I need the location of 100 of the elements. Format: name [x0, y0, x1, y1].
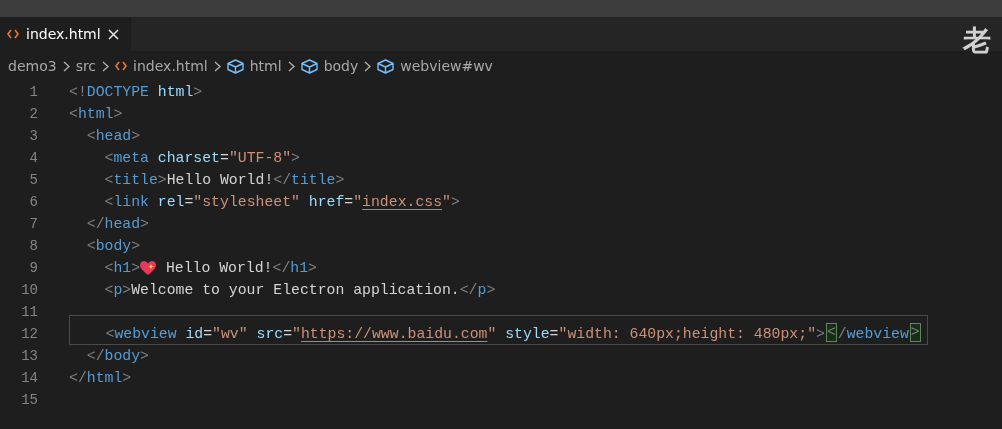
- code-bracket: <: [103, 172, 114, 188]
- string-value: ": [292, 326, 301, 342]
- cube-icon: [377, 58, 395, 74]
- code-bracket: >: [140, 216, 149, 232]
- code-bracket: <: [103, 194, 114, 210]
- breadcrumb-item[interactable]: demo3: [8, 58, 57, 74]
- code-bracket: >: [308, 260, 317, 276]
- tag-name: html: [86, 370, 123, 386]
- line-number: 5: [28, 172, 38, 188]
- code-text: =: [549, 326, 559, 342]
- line-number: 9: [28, 260, 38, 276]
- code-bracket: >: [140, 348, 149, 364]
- code-text: =: [203, 326, 213, 342]
- code-bracket: >: [157, 172, 167, 188]
- breadcrumb-item[interactable]: body: [323, 58, 359, 74]
- breadcrumb-item[interactable]: index.html: [133, 58, 208, 74]
- tag-name: link: [113, 194, 149, 210]
- code-bracket: </: [272, 260, 291, 276]
- code-text: =: [283, 326, 293, 342]
- breadcrumb-item[interactable]: webview#wv: [400, 58, 493, 74]
- string-value: https://www.baidu.com: [300, 326, 488, 342]
- matched-bracket: >: [909, 323, 921, 342]
- attribute-name: rel: [156, 194, 185, 210]
- line-number: 7: [28, 216, 38, 232]
- code-bracket: </: [85, 348, 105, 364]
- code-bracket: </: [85, 216, 105, 232]
- breadcrumb-item[interactable]: html: [249, 58, 282, 74]
- code-bracket: /: [837, 326, 847, 342]
- code-bracket: <: [69, 106, 78, 122]
- code-bracket: >: [122, 282, 132, 298]
- code-text: =: [344, 194, 354, 210]
- tag-name: h1: [113, 260, 132, 276]
- code-file-icon: [115, 61, 128, 71]
- attribute-name: id: [184, 326, 204, 342]
- string-value: "wv": [212, 326, 248, 342]
- line-number: 12: [20, 326, 38, 342]
- attribute-name: src: [255, 326, 284, 342]
- code-bracket: </: [69, 370, 87, 386]
- code-bracket: </: [459, 282, 478, 298]
- code-bracket: >: [113, 106, 123, 122]
- code-bracket: >: [131, 238, 141, 254]
- string-value: index.css: [362, 194, 443, 210]
- code-bracket: >: [450, 194, 460, 210]
- code-bracket: <: [85, 128, 96, 144]
- tag-name: DOCTYPE: [86, 84, 149, 100]
- string-value: "width: 640px;height: 480px;": [558, 326, 816, 342]
- code-text: =: [184, 194, 194, 210]
- chevron-icon: [364, 60, 372, 72]
- breadcrumb-item[interactable]: src: [75, 58, 97, 74]
- code-bracket: <!: [69, 84, 87, 100]
- attribute-name: charset: [156, 150, 220, 166]
- attribute-name: style: [504, 326, 550, 342]
- tag-name: head: [104, 216, 141, 232]
- code-text: Hello World!: [166, 172, 274, 188]
- code-bracket: </: [273, 172, 292, 188]
- tag-name: webview: [846, 326, 909, 342]
- code-bracket: <: [85, 238, 96, 254]
- line-number: 1: [28, 84, 38, 100]
- code-bracket: >: [816, 326, 825, 342]
- code-text: Welcome to your Electron application.: [131, 282, 460, 298]
- tag-name: meta: [113, 150, 149, 166]
- line-number: 13: [20, 348, 38, 364]
- code-bracket: >: [335, 172, 345, 188]
- overlay-text: 老: [963, 23, 991, 59]
- string-value: ": [353, 194, 363, 210]
- chevron-icon: [287, 60, 295, 72]
- line-number: 6: [28, 194, 38, 210]
- chevron-icon: [213, 60, 221, 72]
- tag-name: body: [104, 348, 141, 364]
- matched-bracket: <: [825, 323, 837, 342]
- line-number: 2: [28, 106, 38, 122]
- string-value: "stylesheet": [193, 194, 300, 210]
- tag-name: head: [95, 128, 132, 144]
- code-bracket: >: [131, 260, 141, 276]
- code-text: =: [220, 150, 229, 166]
- line-number: 4: [28, 150, 38, 166]
- editor-tab[interactable]: index.html: [0, 17, 131, 51]
- tag-name: webview: [114, 326, 177, 342]
- code-bracket: <: [103, 282, 114, 298]
- string-value: ": [487, 326, 497, 342]
- code-text: Hello World!: [164, 260, 273, 276]
- line-number: 3: [28, 128, 38, 144]
- line-number: 15: [20, 392, 38, 408]
- tag-name: p: [113, 282, 123, 298]
- close-icon[interactable]: [107, 28, 119, 40]
- code-bracket: >: [291, 150, 300, 166]
- code-bracket: <: [103, 150, 114, 166]
- line-number: 10: [20, 282, 38, 298]
- string-value: ": [442, 194, 451, 210]
- string-value: "UTF-8": [228, 150, 292, 166]
- tag-name: p: [477, 282, 487, 298]
- tag-name: title: [291, 172, 336, 188]
- tag-name: title: [113, 172, 158, 188]
- code-bracket: >: [131, 128, 141, 144]
- tag-name: body: [95, 238, 132, 254]
- cube-icon: [300, 58, 318, 74]
- attribute-name: html: [156, 84, 194, 100]
- line-number: 8: [28, 238, 38, 254]
- code-bracket: <: [104, 326, 115, 342]
- chevron-icon: [62, 60, 70, 72]
